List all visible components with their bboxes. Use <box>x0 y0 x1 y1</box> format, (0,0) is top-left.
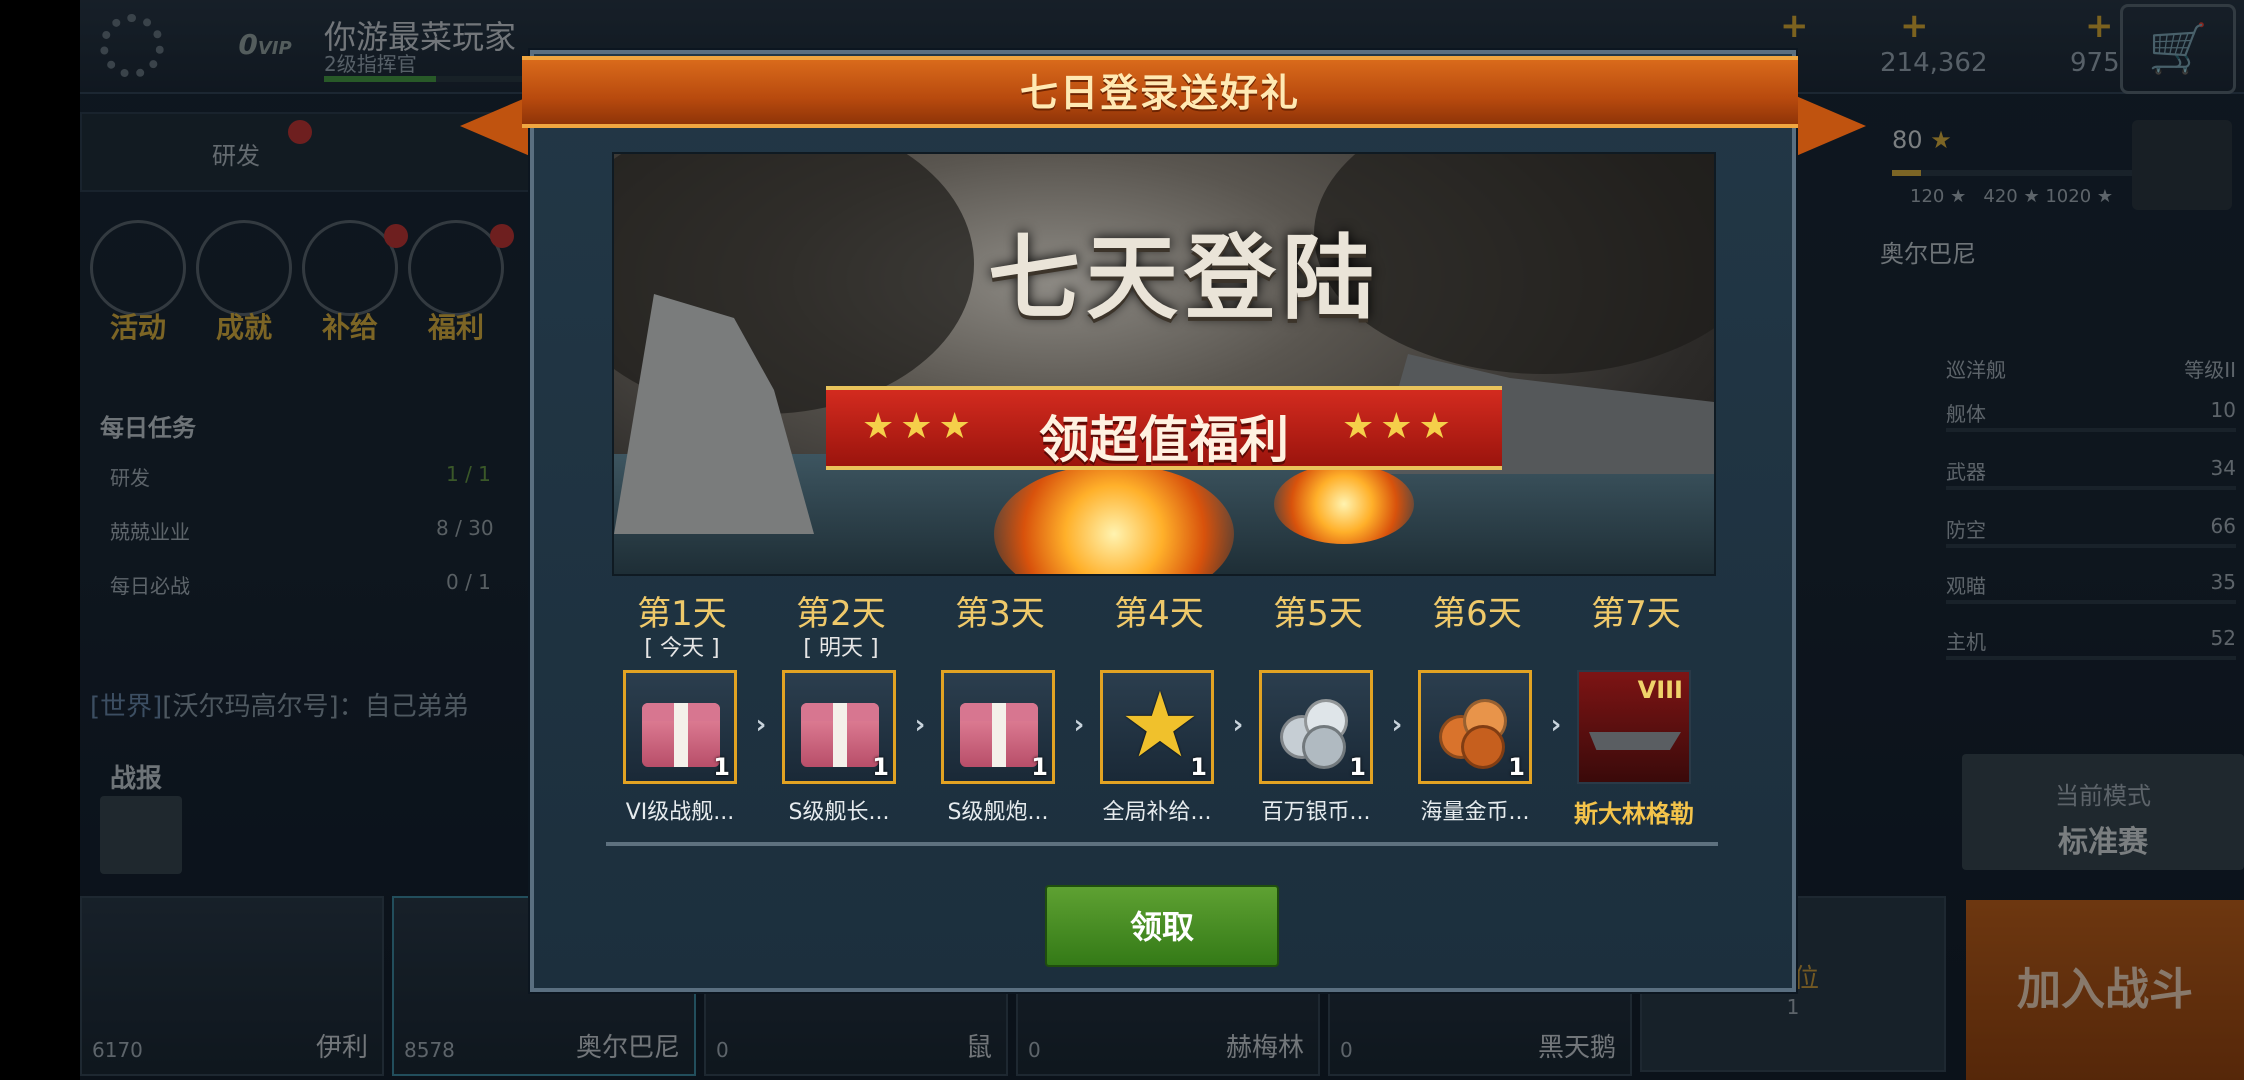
menu-label-supply: 补给 <box>321 311 378 344</box>
pink-chest-icon <box>960 703 1038 767</box>
reward-name: S级舰长... <box>788 800 890 825</box>
reward-slot-day4[interactable]: ★ 1 <box>1100 670 1214 784</box>
vip-label: VIP <box>257 38 292 59</box>
selected-ship-name: 奥尔巴尼 <box>1880 240 1976 268</box>
task-row[interactable]: 研发 1 / 1 <box>110 462 530 491</box>
reward-slot-day3[interactable]: 1 <box>941 670 1055 784</box>
banner-strip: ★★★ 领超值福利 ★★★ <box>826 386 1502 470</box>
supply-crate-icon[interactable] <box>2132 120 2232 210</box>
star-progress: 80 ★ <box>1892 126 1952 154</box>
join-battle-button[interactable]: 加入战斗 <box>1966 900 2244 1080</box>
reward-name: 百万银币... <box>1261 800 1371 825</box>
day-label: 第1天 <box>637 594 727 634</box>
notification-dot <box>288 120 312 144</box>
vip-badge[interactable]: 0VIP <box>230 10 300 80</box>
tier-badge: VIII <box>1637 676 1683 704</box>
claim-button[interactable]: 领取 <box>1045 885 1279 967</box>
stat-sight: 观瞄 35 <box>1946 570 2236 604</box>
reward-name: 斯大林格勒 <box>1574 800 1694 828</box>
menu-icons: 活动 成就 补给 福利 <box>90 220 514 344</box>
day-sublabel: [ 今天 ] <box>644 636 720 661</box>
reward-slot-day2[interactable]: 1 <box>782 670 896 784</box>
reward-slot-day1[interactable]: 1 <box>623 670 737 784</box>
silver-add-button[interactable]: + <box>1900 6 1929 46</box>
star-add-button[interactable]: + <box>2085 6 2114 46</box>
reward-slot-day7[interactable]: VIII <box>1577 670 1691 784</box>
chevron-right-icon: › <box>914 710 926 740</box>
world-chat[interactable]: [世界][沃尔玛高尔号]：自己弟弟 <box>90 686 469 723</box>
battle-report-label: 战报 <box>110 764 163 794</box>
mode-label: 当前模式 <box>2055 782 2151 810</box>
ship-info-panel: 80 ★ 120 ★ 420 ★ 1020 ★ 奥尔巴尼 巡洋舰 等级II 舰体 1… <box>1880 110 2244 670</box>
stars-icon: ★★★ <box>1342 406 1457 447</box>
daily-title: 每日任务 <box>100 414 196 442</box>
reward-name: 海量金币... <box>1420 800 1530 825</box>
stat-weapon: 武器 34 <box>1946 456 2236 490</box>
gold-coins-icon <box>1439 695 1509 769</box>
ship-class: 巡洋舰 等级II <box>1946 358 2236 382</box>
chevron-right-icon: › <box>1391 710 1403 740</box>
day-label: 第6天 <box>1432 594 1522 634</box>
stat-hull: 舰体 10 <box>1946 398 2236 432</box>
chevron-right-icon: › <box>1232 710 1244 740</box>
reward-name: VI级战舰... <box>625 800 735 825</box>
tab-research[interactable]: 研发 <box>212 136 260 171</box>
dialog-title: 七日登录送好礼 <box>1019 71 1300 115</box>
silver-coins-icon <box>1280 695 1350 769</box>
reward-name: 全局补给... <box>1102 800 1212 825</box>
day-label: 第5天 <box>1273 594 1363 634</box>
menu-label-achievement: 成就 <box>215 311 272 344</box>
star-amount: 975 <box>2070 48 2120 78</box>
reward-slot-day6[interactable]: 1 <box>1418 670 1532 784</box>
day-sublabel: [ 明天 ] <box>803 636 879 661</box>
ship-card[interactable]: 6170 伊利 <box>80 896 384 1076</box>
settings-gear-icon[interactable] <box>100 14 164 78</box>
banner-title: 七天登陆 <box>987 225 1380 332</box>
chevron-right-icon: › <box>755 710 767 740</box>
stat-engine: 主机 52 <box>1946 626 2236 660</box>
achievement-icon[interactable] <box>196 220 292 316</box>
ribbon-tail-left <box>460 96 530 156</box>
player-rank: 2级指挥官 <box>324 52 417 76</box>
calendar-icon[interactable] <box>100 796 182 874</box>
event-banner: 七天登陆 ★★★ 领超值福利 ★★★ <box>612 152 1716 576</box>
shop-cart-icon[interactable]: 🛒 <box>2120 4 2236 94</box>
notification-dot <box>490 224 514 248</box>
reward-slot-day5[interactable]: 1 <box>1259 670 1373 784</box>
menu-label-event: 活动 <box>109 311 166 344</box>
gold-resource[interactable]: + <box>1780 6 1809 46</box>
chevron-right-icon: › <box>1550 710 1562 740</box>
mode-value: 标准赛 <box>2058 825 2148 860</box>
reward-name: S级舰炮... <box>947 800 1049 825</box>
menu-label-welfare: 福利 <box>427 311 484 344</box>
stat-aa: 防空 66 <box>1946 514 2236 548</box>
daily-tasks: 每日任务 研发 1 / 1 兢兢业业 8 / 30 每日必战 0 / 1 <box>80 400 540 620</box>
ribbon-tail-right <box>1796 96 1866 156</box>
day-label: 第7天 <box>1591 594 1681 634</box>
event-icon[interactable] <box>90 220 186 316</box>
vip-level: 0 <box>238 28 258 61</box>
battleship-icon <box>1589 732 1681 750</box>
divider <box>606 842 1718 846</box>
game-mode-button[interactable]: 当前模式 标准赛 <box>1962 754 2244 870</box>
day-label: 第2天 <box>796 594 886 634</box>
task-row[interactable]: 每日必战 0 / 1 <box>110 570 530 599</box>
silver-amount: 214,362 <box>1880 48 1988 78</box>
day-label: 第4天 <box>1114 594 1204 634</box>
task-row[interactable]: 兢兢业业 8 / 30 <box>110 516 530 545</box>
pink-chest-icon <box>801 703 879 767</box>
day-label: 第3天 <box>955 594 1045 634</box>
pink-chest-icon <box>642 703 720 767</box>
star-progress-bar <box>1892 170 2132 176</box>
chevron-right-icon: › <box>1073 710 1085 740</box>
notification-dot <box>384 224 408 248</box>
